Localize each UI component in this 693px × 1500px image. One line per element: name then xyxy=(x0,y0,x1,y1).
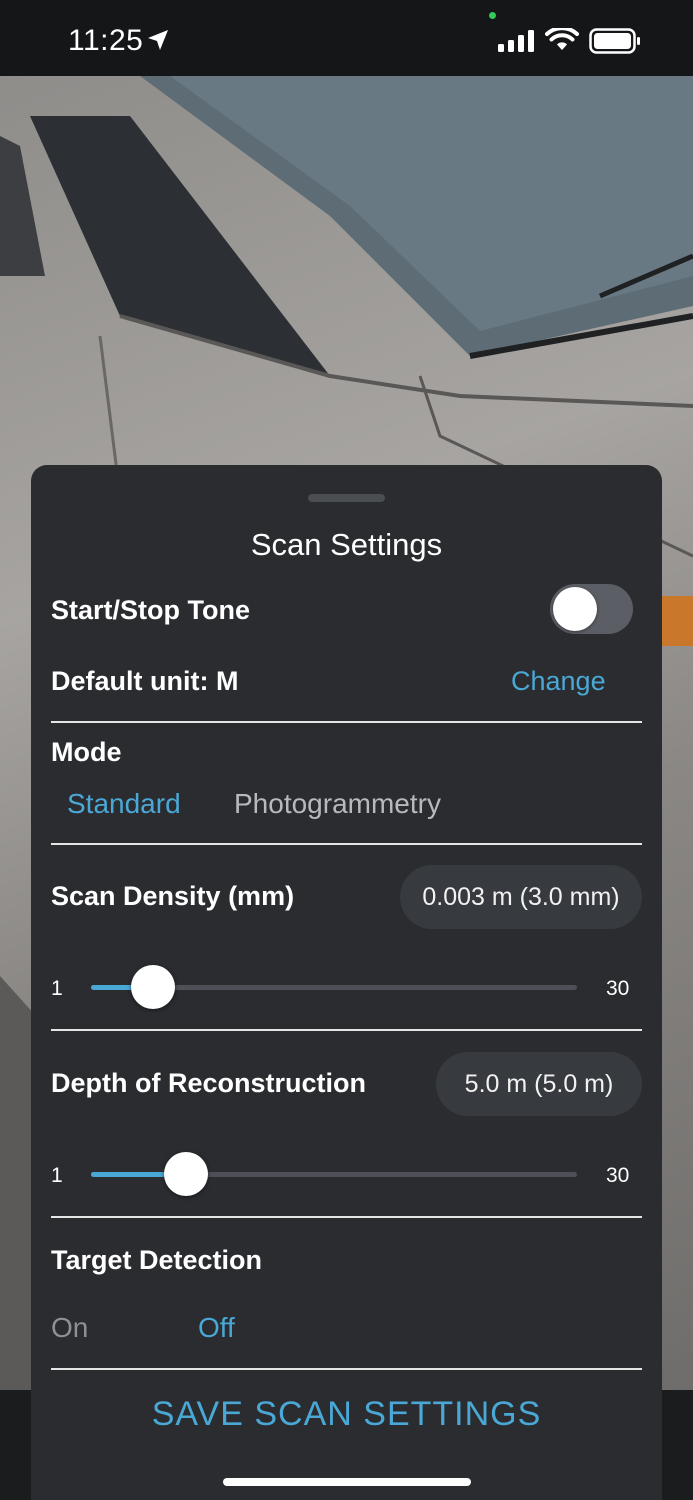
default-unit-label: Default unit: M xyxy=(51,666,239,696)
target-detection-label: Target Detection xyxy=(51,1245,263,1275)
divider xyxy=(51,1029,642,1031)
target-detection-off-option[interactable]: Off xyxy=(198,1312,235,1344)
divider xyxy=(51,721,642,723)
depth-slider[interactable] xyxy=(91,1152,577,1196)
scan-settings-sheet: Scan Settings Start/Stop Tone Default un… xyxy=(31,465,662,1500)
depth-value-pill[interactable]: 5.0 m (5.0 m) xyxy=(436,1052,642,1116)
divider xyxy=(51,1368,642,1370)
cellular-signal-icon xyxy=(498,30,534,52)
depth-slider-fill xyxy=(91,1172,167,1177)
mode-tab-photogrammetry[interactable]: Photogrammetry xyxy=(234,788,441,820)
scan-density-slider-thumb[interactable] xyxy=(130,965,175,1009)
scan-density-min-label: 1 xyxy=(51,977,63,1000)
start-stop-tone-toggle[interactable] xyxy=(550,584,633,634)
scan-density-max-label: 30 xyxy=(606,977,630,1000)
sheet-title: Scan Settings xyxy=(250,527,443,562)
toggle-knob xyxy=(553,587,597,631)
status-time: 11:25 xyxy=(68,24,144,57)
home-indicator[interactable] xyxy=(223,1478,471,1486)
sheet-grabber[interactable] xyxy=(308,494,385,502)
battery-icon xyxy=(589,28,640,54)
scan-density-slider-fill xyxy=(91,985,133,990)
depth-min-label: 1 xyxy=(51,1164,63,1187)
depth-slider-thumb[interactable] xyxy=(164,1152,209,1196)
save-scan-settings-button[interactable]: SAVE SCAN SETTINGS xyxy=(31,1395,662,1434)
scan-density-label: Scan Density (mm) xyxy=(51,881,295,911)
mode-tab-standard[interactable]: Standard xyxy=(67,788,181,820)
scan-density-value-pill[interactable]: 0.003 m (3.0 mm) xyxy=(400,865,642,929)
mode-label: Mode xyxy=(51,737,122,767)
depth-of-reconstruction-label: Depth of Reconstruction xyxy=(51,1068,366,1098)
wifi-icon xyxy=(545,28,579,50)
start-stop-tone-label: Start/Stop Tone xyxy=(51,595,250,625)
target-detection-on-option[interactable]: On xyxy=(51,1312,88,1344)
privacy-indicator-dot xyxy=(489,12,496,19)
change-unit-button[interactable]: Change xyxy=(511,666,606,697)
location-arrow-icon xyxy=(148,30,168,50)
divider xyxy=(51,1216,642,1218)
depth-max-label: 30 xyxy=(606,1164,630,1187)
status-bar: 11:25 xyxy=(0,0,693,76)
scan-density-slider[interactable] xyxy=(91,965,577,1009)
divider xyxy=(51,843,642,845)
